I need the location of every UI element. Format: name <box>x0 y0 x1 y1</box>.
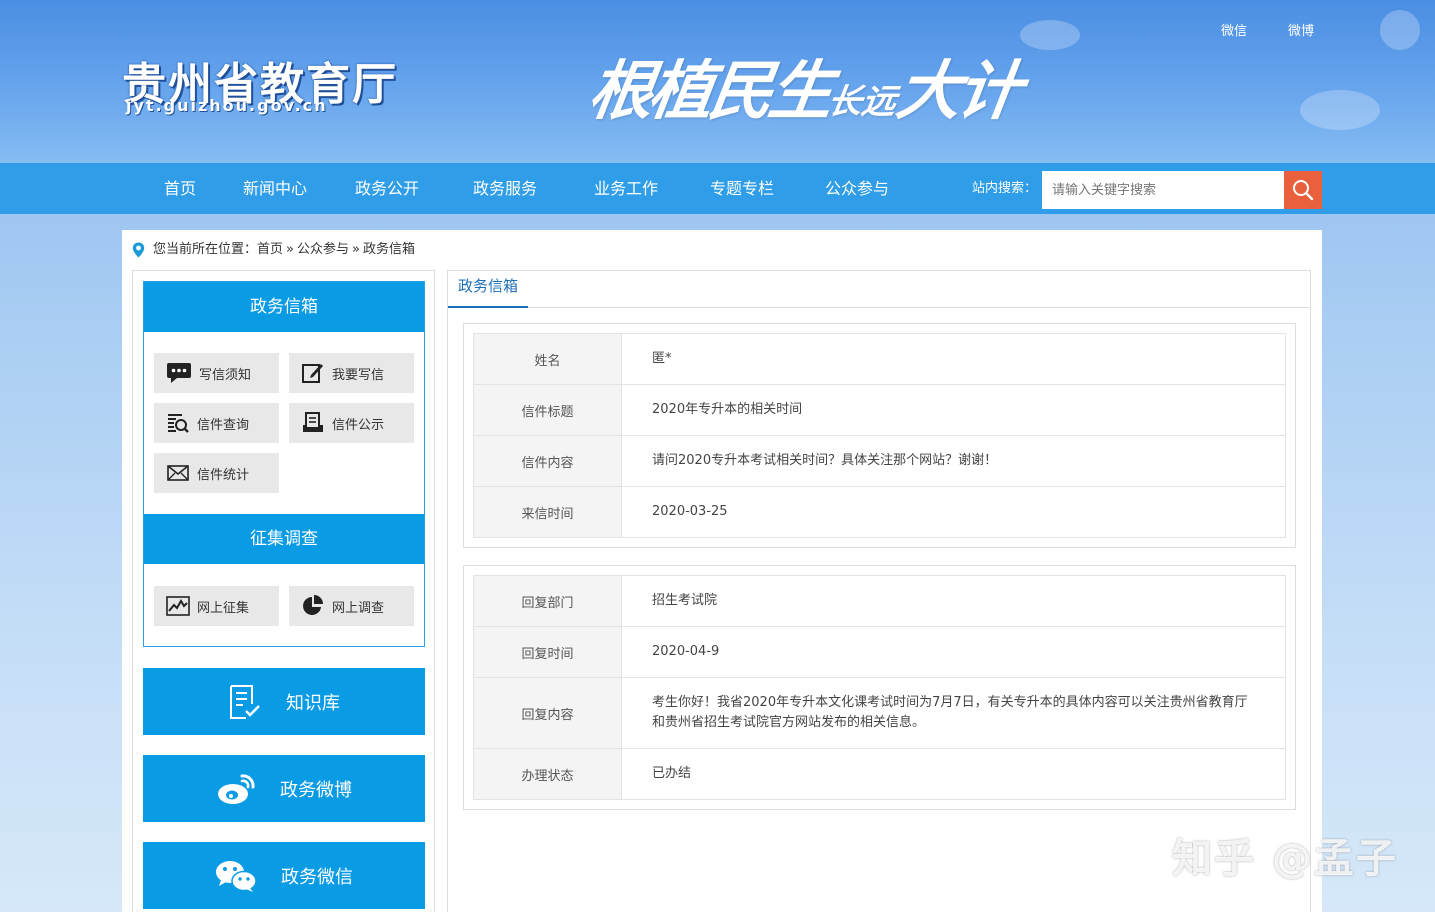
nav-item-home[interactable]: 首页 <box>164 163 196 214</box>
writing-guide-label: 写信须知 <box>199 367 252 383</box>
mailbox-box: 政务信箱 写信须知 我要写信 信件查询 信件公示 信件统计 征集调查 网上征集 … <box>143 281 425 647</box>
table-row: 姓名 匿* <box>473 333 1286 385</box>
field-value: 已办结 <box>621 748 1286 800</box>
letter-publicity-label: 信件公示 <box>332 417 385 433</box>
decorative-cloud <box>1300 90 1380 130</box>
letter-table: 姓名 匿* 信件标题 2020年专升本的相关时间 信件内容 请问2020专升本考… <box>473 333 1286 538</box>
wechat-link[interactable]: 微信 <box>1221 20 1247 39</box>
write-letter-button[interactable]: 我要写信 <box>289 353 414 393</box>
search-input[interactable] <box>1042 171 1284 209</box>
search-label: 站内搜索： <box>972 181 1038 196</box>
field-value: 2020-03-25 <box>621 486 1286 538</box>
breadcrumb: 您当前所在位置： 首页 » 公众参与 » 政务信箱 <box>132 240 415 260</box>
document-search-icon <box>168 414 189 433</box>
gov-weibo-button[interactable]: 政务微博 <box>143 755 425 822</box>
checklist-icon <box>230 684 260 719</box>
gov-wechat-button[interactable]: 政务微信 <box>143 842 425 909</box>
field-value: 2020-04-9 <box>621 626 1286 678</box>
breadcrumb-separator: » <box>286 242 294 257</box>
table-row: 回复内容 考生你好！我省2020年专升本文化课考试时间为7月7日，有关专升本的具… <box>473 677 1286 749</box>
table-row: 回复部门 招生考试院 <box>473 575 1286 627</box>
weibo-link[interactable]: 微博 <box>1288 20 1314 39</box>
edit-icon <box>302 364 323 383</box>
document-stack-icon <box>303 412 323 432</box>
online-survey-button[interactable]: 网上调查 <box>289 586 414 626</box>
table-row: 信件内容 请问2020专升本考试相关时间？具体关注那个网站？谢谢！ <box>473 435 1286 487</box>
field-value: 请问2020专升本考试相关时间？具体关注那个网站？谢谢！ <box>621 435 1286 487</box>
nav-item-business[interactable]: 业务工作 <box>594 163 658 214</box>
field-value: 招生考试院 <box>621 575 1286 627</box>
survey-title: 征集调查 <box>144 514 424 564</box>
line-chart-icon <box>166 596 190 616</box>
slogan-calligraphy: 根植民生长远大计 <box>584 40 1025 132</box>
table-row: 来信时间 2020-03-25 <box>473 486 1286 538</box>
field-label: 信件内容 <box>473 435 622 487</box>
search-icon <box>1293 180 1314 201</box>
knowledge-base-label: 知识库 <box>286 692 340 714</box>
field-label: 回复内容 <box>473 677 622 749</box>
online-collection-button[interactable]: 网上征集 <box>154 586 279 626</box>
field-label: 回复时间 <box>473 626 622 678</box>
weibo-icon <box>218 773 255 804</box>
site-header: 贵州省教育厅 jyt.guizhou.gov.cn 根植民生长远大计 微信 微博 <box>0 0 1435 163</box>
knowledge-base-button[interactable]: 知识库 <box>143 668 425 735</box>
letter-query-label: 信件查询 <box>197 417 250 433</box>
field-label: 回复部门 <box>473 575 622 627</box>
letter-card: 姓名 匿* 信件标题 2020年专升本的相关时间 信件内容 请问2020专升本考… <box>463 323 1296 548</box>
nav-item-gov-service[interactable]: 政务服务 <box>473 163 537 214</box>
tab-bar: 政务信箱 <box>448 271 1310 308</box>
search-button[interactable] <box>1284 171 1322 209</box>
writing-guide-button[interactable]: 写信须知 <box>154 353 279 393</box>
tab-gov-mailbox[interactable]: 政务信箱 <box>448 271 529 308</box>
table-row: 回复时间 2020-04-9 <box>473 626 1286 678</box>
reply-card: 回复部门 招生考试院 回复时间 2020-04-9 回复内容 考生你好！我省20… <box>463 565 1296 810</box>
envelope-icon <box>167 465 189 481</box>
online-survey-label: 网上调查 <box>332 600 385 616</box>
field-value: 2020年专升本的相关时间 <box>621 384 1286 436</box>
field-value: 考生你好！我省2020年专升本文化课考试时间为7月7日，有关专升本的具体内容可以… <box>621 677 1286 749</box>
field-label: 办理状态 <box>473 748 622 800</box>
table-row: 办理状态 已办结 <box>473 748 1286 800</box>
gov-weibo-label: 政务微博 <box>280 779 352 801</box>
online-collection-label: 网上征集 <box>197 600 250 616</box>
decorative-cloud <box>1380 10 1420 50</box>
chat-bubble-icon <box>167 363 191 383</box>
field-value: 匿* <box>621 333 1286 385</box>
breadcrumb-mailbox[interactable]: 政务信箱 <box>363 240 415 260</box>
nav-item-participation[interactable]: 公众参与 <box>825 163 889 214</box>
nav-item-news[interactable]: 新闻中心 <box>243 163 307 214</box>
pie-chart-icon <box>303 595 323 615</box>
main-panel: 您当前所在位置： 首页 » 公众参与 » 政务信箱 政务信箱 写信须知 我要写信 <box>122 230 1322 912</box>
field-label: 来信时间 <box>473 486 622 538</box>
field-label: 姓名 <box>473 333 622 385</box>
breadcrumb-separator: » <box>352 242 360 257</box>
sidebar: 政务信箱 写信须知 我要写信 信件查询 信件公示 信件统计 征集调查 网上征集 … <box>132 270 435 912</box>
breadcrumb-participation[interactable]: 公众参与 <box>297 240 349 260</box>
wechat-icon <box>216 860 257 892</box>
letter-query-button[interactable]: 信件查询 <box>154 403 279 443</box>
write-letter-label: 我要写信 <box>332 367 385 383</box>
decorative-cloud <box>1020 20 1080 50</box>
nav-item-gov-open[interactable]: 政务公开 <box>355 163 419 214</box>
mailbox-title: 政务信箱 <box>144 282 424 332</box>
letter-detail: 政务信箱 姓名 匿* 信件标题 2020年专升本的相关时间 信件内容 请问202… <box>447 270 1311 912</box>
slogan-main: 根植民生 <box>583 54 835 129</box>
table-row: 信件标题 2020年专升本的相关时间 <box>473 384 1286 436</box>
gov-wechat-label: 政务微信 <box>281 866 353 888</box>
zhihu-watermark: 知乎 @孟子 <box>1172 836 1398 882</box>
field-label: 信件标题 <box>473 384 622 436</box>
site-logo-url: jyt.guizhou.gov.cn <box>126 96 328 115</box>
letter-statistics-label: 信件统计 <box>197 467 250 483</box>
breadcrumb-home[interactable]: 首页 <box>257 240 283 260</box>
location-pin-icon <box>132 242 145 258</box>
slogan-end: 大计 <box>891 54 1023 129</box>
nav-item-topics[interactable]: 专题专栏 <box>710 163 774 214</box>
letter-publicity-button[interactable]: 信件公示 <box>289 403 414 443</box>
reply-table: 回复部门 招生考试院 回复时间 2020-04-9 回复内容 考生你好！我省20… <box>473 575 1286 800</box>
slogan-small: 长远 <box>824 82 899 122</box>
letter-statistics-button[interactable]: 信件统计 <box>154 453 279 493</box>
breadcrumb-prefix: 您当前所在位置： <box>153 242 258 257</box>
